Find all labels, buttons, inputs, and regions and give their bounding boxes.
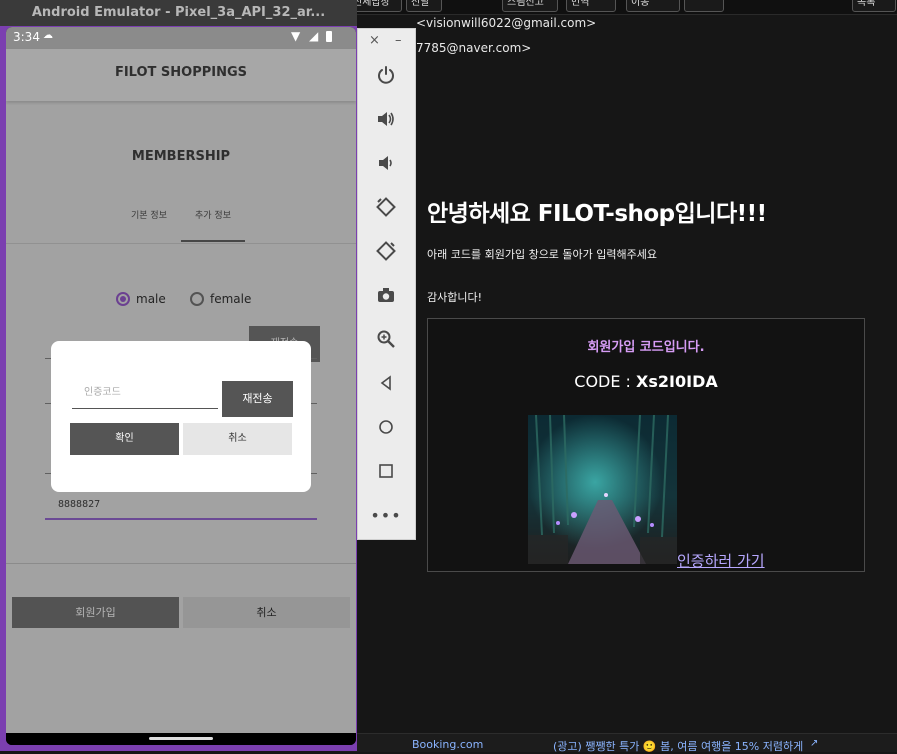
more-mail-button[interactable] bbox=[684, 0, 724, 12]
move-button[interactable]: 이동 bbox=[626, 0, 680, 12]
signal-icon: ◢ bbox=[309, 29, 319, 43]
app-screen: FILOT SHOPPINGS MEMBERSHIP 기본 정보 추가 정보 m… bbox=[6, 49, 356, 733]
forward-button[interactable]: 전달 bbox=[406, 0, 442, 12]
code-value: Xs2I0IDA bbox=[636, 372, 718, 391]
emulator-window: Android Emulator - Pixel_3a_API_32_ar...… bbox=[0, 0, 357, 751]
zoom-icon[interactable] bbox=[372, 325, 400, 353]
mail-body: 안녕하세요 FILOT-shop입니다!!! 아래 코드를 회원가입 창으로 돌… bbox=[427, 190, 867, 332]
notification-icon: ☁ bbox=[43, 30, 53, 41]
emulator-title: Android Emulator - Pixel_3a_API_32_ar... bbox=[0, 0, 357, 26]
gesture-handle[interactable] bbox=[149, 737, 213, 740]
verification-code-input[interactable]: 인증코드 bbox=[72, 379, 218, 409]
mail-footer: Booking.com (광고) 쨍쨍한 특가 🙂 봄, 여름 여행을 15% … bbox=[340, 733, 897, 754]
rotate-right-icon[interactable] bbox=[372, 237, 400, 265]
mail-instruction: 아래 코드를 회원가입 창으로 돌아가 입력해주세요 bbox=[427, 248, 658, 261]
mail-thanks: 감사합니다! bbox=[427, 291, 483, 304]
verification-dialog: 인증코드 재전송 확인 취소 bbox=[51, 341, 311, 492]
code-title: 회원가입 코드입니다. bbox=[587, 340, 705, 355]
overview-icon[interactable] bbox=[372, 457, 400, 485]
code-line: CODE : Xs2I0IDA bbox=[428, 372, 864, 391]
status-time: 3:34 bbox=[13, 30, 40, 44]
footer-booking-link[interactable]: Booking.com bbox=[412, 738, 483, 751]
emulator-toolbar: × – ••• bbox=[357, 28, 416, 540]
list-button[interactable]: 목록 bbox=[852, 0, 896, 12]
nav-bar bbox=[6, 733, 356, 745]
volume-up-icon[interactable] bbox=[372, 105, 400, 133]
to-address: <visionwill6022@gmail.com> bbox=[416, 16, 597, 30]
volume-down-icon[interactable] bbox=[372, 149, 400, 177]
minimize-icon[interactable]: – bbox=[395, 33, 402, 48]
external-link-icon: ↗ bbox=[810, 738, 819, 749]
spam-button[interactable]: 스팸신고 bbox=[502, 0, 558, 12]
power-icon[interactable] bbox=[372, 61, 400, 89]
status-bar: 3:34 ☁ ▼ ◢ bbox=[6, 27, 356, 49]
verify-link[interactable]: 인증하러 가기 bbox=[677, 550, 765, 571]
close-icon[interactable]: × bbox=[369, 33, 380, 48]
mail-toolbar: 전체답장 전달 스팸신고 번역 이동 목록 bbox=[340, 0, 897, 15]
wifi-icon: ▼ bbox=[291, 29, 301, 43]
more-icon[interactable]: ••• bbox=[370, 501, 400, 529]
translate-button[interactable]: 번역 bbox=[566, 0, 616, 12]
dialog-cancel-button[interactable]: 취소 bbox=[183, 423, 292, 455]
rotate-left-icon[interactable] bbox=[372, 193, 400, 221]
camera-icon[interactable] bbox=[372, 281, 400, 309]
code-label: CODE : bbox=[574, 372, 637, 391]
mail-heading: 안녕하세요 FILOT-shop입니다!!! bbox=[427, 201, 767, 227]
cc-address: 7785@naver.com> bbox=[416, 41, 532, 55]
home-icon[interactable] bbox=[372, 413, 400, 441]
footer-ad-link[interactable]: (광고) 쨍쨍한 특가 🙂 봄, 여름 여행을 15% 저렴하게 bbox=[553, 738, 803, 754]
battery-icon bbox=[326, 31, 332, 42]
code-box: 회원가입 코드입니다. CODE : Xs2I0IDA 인증하러 가기 bbox=[427, 318, 865, 572]
phone-frame: 3:34 ☁ ▼ ◢ FILOT SHOPPINGS MEMBERSHIP 기본… bbox=[6, 27, 356, 745]
forest-photo bbox=[528, 415, 677, 564]
back-icon[interactable] bbox=[372, 369, 400, 397]
confirm-button[interactable]: 확인 bbox=[70, 423, 179, 455]
resend-button[interactable]: 재전송 bbox=[222, 381, 293, 417]
